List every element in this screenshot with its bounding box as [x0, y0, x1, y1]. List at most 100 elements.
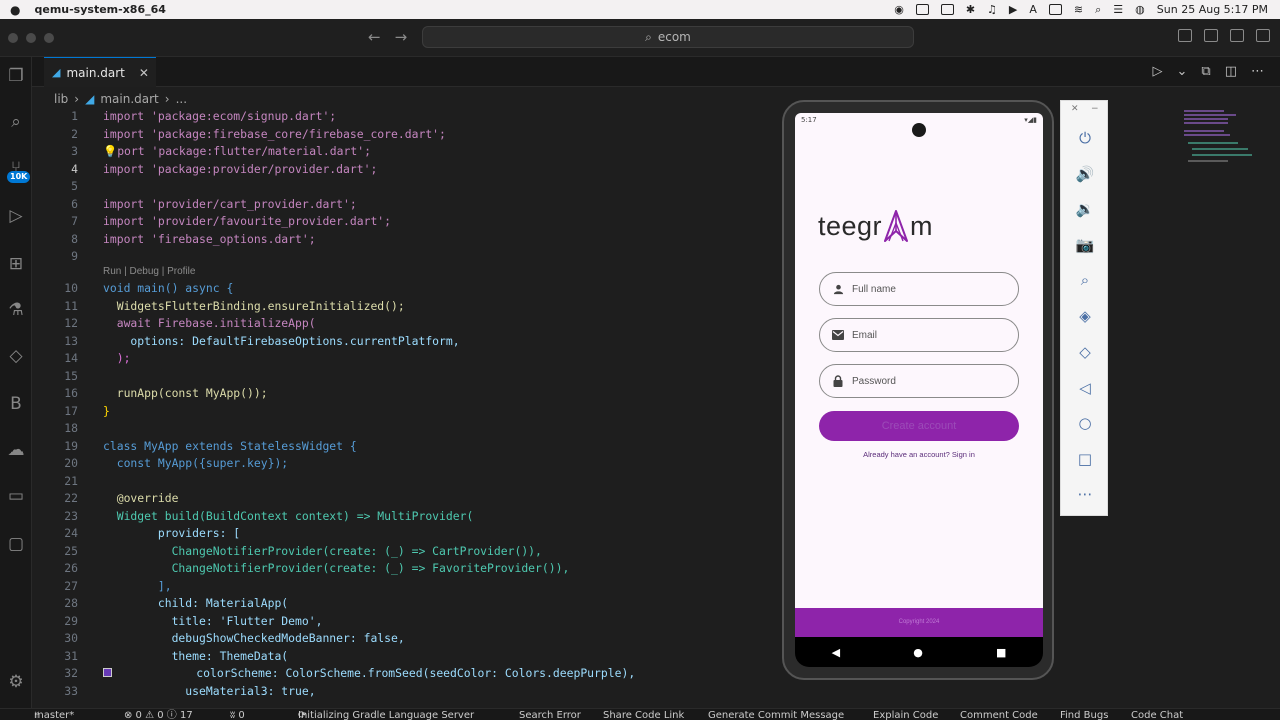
command-center-search[interactable]: ⌕ ecom: [422, 26, 914, 48]
create-account-button[interactable]: Create account: [819, 411, 1019, 441]
keyboard-input-icon[interactable]: A: [1029, 3, 1037, 16]
blackbox-icon[interactable]: B: [5, 393, 27, 415]
window-icon[interactable]: [915, 4, 929, 15]
line-number: 16: [64, 386, 78, 400]
battery-icon[interactable]: [1048, 4, 1062, 15]
recents-nav-icon[interactable]: ■: [996, 646, 1006, 659]
password-input[interactable]: [852, 375, 1002, 387]
code-line: import 'package:ecom/signup.dart';: [103, 109, 337, 123]
camera-icon[interactable]: 📷: [1074, 234, 1096, 256]
tab-main-dart[interactable]: ◢ main.dart ✕: [44, 57, 156, 87]
rotate-right-icon[interactable]: ◇: [1074, 341, 1096, 363]
code-line: runApp(const MyApp());: [103, 386, 268, 400]
testing-icon[interactable]: ⚗: [5, 299, 27, 321]
more-actions-icon[interactable]: ⋯: [1251, 64, 1264, 79]
extensions-icon[interactable]: ⊞: [5, 253, 27, 275]
control-center-icon[interactable]: ☰: [1113, 3, 1123, 16]
footer-bar: Copyright 2024: [795, 608, 1043, 637]
minimap[interactable]: [1180, 108, 1252, 168]
logo-text-left: teegr: [818, 210, 883, 241]
run-dropdown-icon[interactable]: ⌄: [1177, 64, 1188, 79]
back-icon[interactable]: ◁: [1074, 377, 1096, 399]
full-name-field[interactable]: [819, 272, 1019, 306]
toggle-panel-icon[interactable]: [1204, 29, 1218, 42]
chat-icon[interactable]: ▭: [5, 485, 27, 507]
codelens-run-debug-profile[interactable]: Run | Debug | Profile: [103, 266, 195, 277]
sign-in-link[interactable]: Already have an account? Sign in: [795, 450, 1043, 459]
macos-menubar: ● qemu-system-x86_64 ◉ ✱ ♫ ▶ A ≋ ⌕ ☰ ◍ S…: [0, 0, 1280, 19]
zoom-window-button[interactable]: [44, 33, 54, 43]
lightbulb-icon[interactable]: 💡: [103, 144, 117, 158]
breadcrumb: lib › ◢ main.dart › ...: [54, 92, 187, 106]
share-code-link[interactable]: Share Code Link: [603, 709, 684, 720]
app-screen[interactable]: 5:17 ▾◢▮ teegr m Full name Email Create …: [795, 113, 1043, 637]
run-debug-icon[interactable]: ▷: [5, 205, 27, 227]
toggle-secondary-sidebar-icon[interactable]: [1230, 29, 1244, 42]
flutter-icon[interactable]: ◇: [5, 345, 27, 367]
forward-arrow-icon[interactable]: →: [395, 28, 408, 46]
password-field[interactable]: [819, 364, 1019, 398]
apple-icon[interactable]: ●: [10, 3, 20, 17]
mail-icon: [832, 329, 844, 341]
code-editor[interactable]: 1 2 3 4 5 6 7 8 9 10 11 12 13 14 15 16 1…: [32, 108, 792, 708]
breadcrumb-folder[interactable]: lib: [54, 92, 68, 106]
line-number: 11: [64, 298, 78, 313]
toggle-sidebar-icon[interactable]: [1178, 29, 1192, 42]
menubar-clock[interactable]: Sun 25 Aug 5:17 PM: [1157, 3, 1268, 16]
docker-icon[interactable]: ☁: [5, 439, 27, 461]
color-swatch-icon[interactable]: [103, 668, 112, 677]
record-icon[interactable]: ◉: [894, 3, 904, 16]
close-window-button[interactable]: [8, 33, 18, 43]
spotlight-icon[interactable]: ⌕: [1095, 3, 1101, 17]
bluetooth-icon[interactable]: ✱: [966, 3, 975, 16]
line-number: 17: [64, 403, 78, 418]
wifi-icon[interactable]: ≋: [1074, 3, 1083, 16]
app-name[interactable]: qemu-system-x86_64: [34, 3, 165, 16]
email-input[interactable]: [852, 329, 1002, 341]
search-icon[interactable]: ⌕: [5, 111, 27, 133]
settings-gear-icon[interactable]: ⚙: [5, 671, 27, 693]
tray-icon[interactable]: [940, 4, 954, 15]
rotate-left-icon[interactable]: ◈: [1074, 305, 1096, 327]
breadcrumb-file[interactable]: main.dart: [100, 92, 158, 106]
full-name-input[interactable]: [852, 283, 1002, 295]
split-editor-icon[interactable]: ◫: [1225, 64, 1237, 79]
close-emulator-icon[interactable]: ✕: [1071, 104, 1079, 114]
run-icon[interactable]: ▷: [1153, 64, 1163, 79]
zoom-icon[interactable]: ⌕: [1074, 269, 1096, 291]
open-changes-icon[interactable]: ⧉: [1201, 64, 1210, 79]
customize-layout-icon[interactable]: [1256, 29, 1270, 42]
explorer-icon[interactable]: ❐: [5, 65, 27, 87]
code-line: debugShowCheckedModeBanner: false,: [103, 631, 405, 645]
android-nav-bar: ◀ ● ■: [795, 637, 1043, 667]
back-arrow-icon[interactable]: ←: [368, 28, 381, 46]
more-options-icon[interactable]: ⋯: [1074, 483, 1096, 505]
email-field[interactable]: [819, 318, 1019, 352]
back-nav-icon[interactable]: ◀: [832, 646, 840, 659]
search-error-status[interactable]: Search Error: [519, 709, 581, 720]
find-bugs[interactable]: Find Bugs: [1060, 709, 1108, 720]
home-icon[interactable]: ○: [1074, 412, 1096, 434]
code-chat[interactable]: Code Chat: [1131, 709, 1183, 720]
minimize-window-button[interactable]: [26, 33, 36, 43]
power-icon[interactable]: ⏻: [1074, 127, 1096, 149]
code-line: title: 'Flutter Demo',: [103, 613, 323, 628]
play-icon[interactable]: ▶: [1009, 3, 1017, 16]
code-line: useMaterial3: true,: [103, 683, 316, 698]
headphones-icon[interactable]: ♫: [987, 3, 997, 16]
volume-down-icon[interactable]: 🔉: [1074, 198, 1096, 220]
close-tab-icon[interactable]: ✕: [139, 66, 149, 80]
code-line: Widget build(BuildContext context) => Mu…: [103, 508, 474, 523]
remote-explorer-icon[interactable]: ▢: [5, 533, 27, 555]
home-nav-icon[interactable]: ●: [913, 646, 923, 659]
generate-commit-message[interactable]: Generate Commit Message: [708, 709, 844, 720]
minimize-emulator-icon[interactable]: −: [1091, 104, 1099, 114]
siri-icon[interactable]: ◍: [1135, 3, 1145, 16]
volume-up-icon[interactable]: 🔊: [1074, 163, 1096, 185]
problems-status[interactable]: ⊗ 0 ⚠ 0 ⓘ 17: [124, 709, 193, 720]
ports-status[interactable]: ʬ 0: [230, 709, 245, 720]
breadcrumb-ellipsis[interactable]: ...: [176, 92, 187, 106]
overview-icon[interactable]: □: [1074, 448, 1096, 470]
comment-code[interactable]: Comment Code: [960, 709, 1038, 720]
explain-code[interactable]: Explain Code: [873, 709, 938, 720]
